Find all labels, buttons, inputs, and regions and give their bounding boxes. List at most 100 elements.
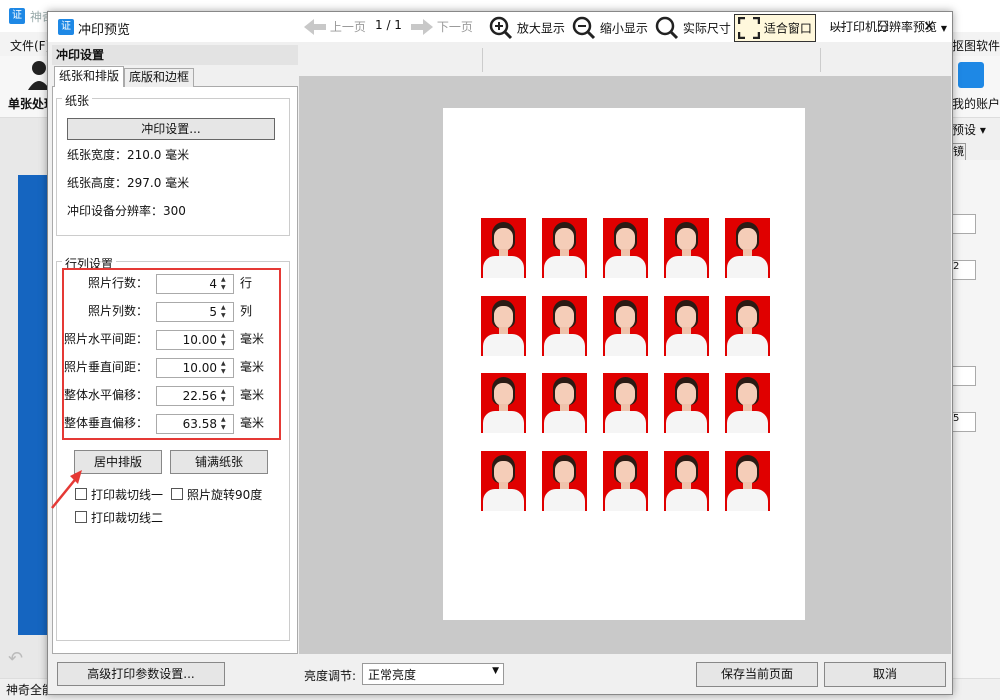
v-offset-label: 整体垂直偏移： — [63, 416, 148, 430]
dropdown-arrow-icon: ▼ — [492, 666, 499, 676]
toolbar-separator — [482, 48, 483, 72]
spinner-arrows-icon[interactable]: ▲ ▼ — [221, 416, 231, 432]
cut-line-one-label: 打印裁切线一 — [91, 488, 164, 502]
cut-line-one-checkbox[interactable] — [75, 488, 87, 500]
bg-select-1[interactable] — [952, 214, 976, 234]
id-photo — [725, 450, 770, 511]
bg-select-2[interactable]: 2 — [952, 260, 976, 280]
v-offset-value[interactable]: 63.58 — [183, 417, 217, 431]
arrow-left-icon — [304, 18, 326, 35]
id-photo — [542, 450, 587, 511]
row-count-value[interactable]: 4 — [209, 277, 217, 291]
spinner-arrows-icon[interactable]: ▲ ▼ — [221, 332, 231, 348]
zoom-in-button[interactable]: 放大显示 — [489, 16, 565, 40]
print-preview-dialog: 证 冲印预览 — ☐ ✕ 冲印设置 纸张和排版 底版和边框 纸张 冲印设置...… — [47, 11, 953, 695]
prev-page-button[interactable]: 上一页 — [304, 18, 366, 35]
bg-menu-software[interactable]: 抠图软件 — [952, 37, 1000, 54]
id-photo — [603, 450, 648, 511]
zoom-out-label: 缩小显示 — [599, 21, 648, 36]
id-photo — [603, 218, 648, 278]
dialog-title: 冲印预览 — [78, 23, 131, 38]
settings-header: 冲印设置 — [52, 45, 298, 65]
id-photo — [481, 295, 526, 356]
row-count-unit: 行 — [240, 276, 253, 290]
zoom-out-icon — [572, 16, 596, 40]
toolbar-separator — [820, 48, 821, 72]
rotate-90-label: 照片旋转90度 — [187, 488, 263, 502]
v-spacing-label: 照片垂直间距： — [63, 360, 148, 374]
printer-resolution-preview-label: 以打印机分辨率预览 — [829, 20, 938, 34]
v-spacing-unit: 毫米 — [240, 360, 265, 374]
brightness-select[interactable]: 正常亮度 ▼ — [362, 663, 504, 685]
fit-window-icon — [738, 17, 760, 39]
spinner-arrows-icon[interactable]: ▲ ▼ — [221, 304, 231, 320]
col-count-label: 照片列数： — [87, 304, 148, 318]
id-photo — [481, 218, 526, 278]
zoom-in-label: 放大显示 — [516, 21, 565, 36]
cut-line-two-checkbox[interactable] — [75, 511, 87, 523]
fit-window-label: 适合窗口 — [763, 21, 812, 36]
row-count-row: 照片行数： 4 ▲ ▼ 行 — [48, 274, 298, 294]
h-spacing-value[interactable]: 10.00 — [183, 333, 217, 347]
print-settings-button[interactable]: 冲印设置... — [67, 118, 275, 140]
h-offset-value[interactable]: 22.56 — [183, 389, 217, 403]
preview-area — [299, 76, 951, 654]
bg-select-3[interactable] — [952, 366, 976, 386]
dropdown-arrow-icon: ▼ — [940, 24, 947, 33]
fill-paper-button[interactable]: 铺满纸张 — [170, 450, 268, 474]
tab-paper-layout[interactable]: 纸张和排版 — [54, 66, 124, 87]
spinner-arrows-icon[interactable]: ▲ ▼ — [221, 360, 231, 376]
tab-base-border[interactable]: 底版和边框 — [124, 68, 194, 87]
v-offset-spinner[interactable]: 63.58 ▲ ▼ — [156, 414, 234, 434]
bg-preset-dropdown[interactable]: 预设 ▾ — [952, 121, 986, 138]
col-count-value[interactable]: 5 — [209, 305, 217, 319]
v-offset-row: 整体垂直偏移： 63.58 ▲ ▼ 毫米 — [48, 414, 298, 434]
col-count-unit: 列 — [240, 304, 253, 318]
h-spacing-spinner[interactable]: 10.00 ▲ ▼ — [156, 330, 234, 350]
bg-mirror-button[interactable]: 镜 — [952, 143, 966, 161]
id-photo — [664, 373, 709, 433]
printer-resolution-preview-dropdown[interactable]: 以打印机分辨率预览 ▼ — [829, 18, 947, 35]
cancel-button[interactable]: 取消 — [824, 662, 946, 687]
v-spacing-value[interactable]: 10.00 — [183, 361, 217, 375]
col-count-spinner[interactable]: 5 ▲ ▼ — [156, 302, 234, 322]
paper-group-title: 纸张 — [62, 92, 93, 109]
rotate-90-checkbox[interactable] — [171, 488, 183, 500]
row-count-spinner[interactable]: 4 ▲ ▼ — [156, 274, 234, 294]
row-count-label: 照片行数： — [87, 276, 148, 290]
spinner-arrows-icon[interactable]: ▲ ▼ — [221, 276, 231, 292]
paper-height-label: 纸张高度：297.0 毫米 — [67, 176, 190, 190]
v-offset-unit: 毫米 — [240, 416, 265, 430]
id-photo — [481, 373, 526, 433]
pointer-arrow-icon — [51, 470, 82, 509]
bg-app-icon: 证 — [9, 8, 25, 24]
advanced-print-settings-button[interactable]: 高级打印参数设置... — [57, 662, 225, 686]
bg-menu-file[interactable]: 文件(F) — [10, 37, 50, 54]
v-spacing-row: 照片垂直间距： 10.00 ▲ ▼ 毫米 — [48, 358, 298, 378]
save-current-page-button[interactable]: 保存当前页面 — [696, 662, 818, 687]
id-photo — [725, 295, 770, 356]
id-photo — [542, 218, 587, 278]
brightness-label: 亮度调节: — [304, 669, 357, 683]
brightness-value: 正常亮度 — [368, 668, 417, 682]
account-icon[interactable] — [958, 62, 984, 88]
magnifier-icon — [655, 16, 679, 40]
zoom-out-button[interactable]: 缩小显示 — [572, 16, 648, 40]
h-offset-spinner[interactable]: 22.56 ▲ ▼ — [156, 386, 234, 406]
actual-size-button[interactable]: 实际尺寸 — [655, 16, 731, 40]
id-photo — [481, 450, 526, 511]
id-photo — [542, 295, 587, 356]
id-photo — [725, 373, 770, 433]
bg-account-button[interactable]: 我的账户 — [952, 95, 1000, 112]
bg-select-4[interactable]: 5 — [952, 412, 976, 432]
paper-width-label: 纸张宽度：210.0 毫米 — [67, 148, 190, 162]
id-photo — [664, 295, 709, 356]
dialog-app-icon: 证 — [58, 19, 74, 35]
next-page-button[interactable]: 下一页 — [411, 18, 473, 35]
v-spacing-spinner[interactable]: 10.00 ▲ ▼ — [156, 358, 234, 378]
spinner-arrows-icon[interactable]: ▲ ▼ — [221, 388, 231, 404]
id-photo — [664, 450, 709, 511]
id-photo — [725, 218, 770, 278]
fit-window-button[interactable]: 适合窗口 — [734, 14, 816, 42]
undo-icon[interactable]: ↶ — [8, 648, 23, 669]
